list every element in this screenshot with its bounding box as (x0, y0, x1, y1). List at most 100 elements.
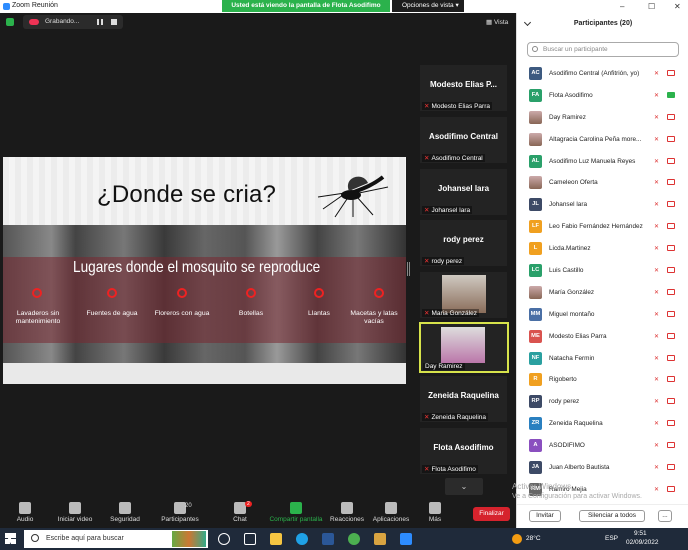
participant-row[interactable]: A ASODIFIMO ✕ (517, 435, 688, 457)
avatar: L (529, 242, 542, 256)
participant-row[interactable]: Cameleon Oferta ✕ (517, 172, 688, 194)
windows-start-icon[interactable] (5, 533, 16, 544)
target-icon (314, 288, 324, 298)
video-off-icon (667, 354, 675, 361)
muted-mic-icon: ✕ (654, 399, 660, 406)
tile-caption: ✕ Asodifimo Central (422, 154, 485, 162)
video-tile-active-speaker[interactable]: Day Ramirez (419, 322, 509, 373)
mute-all-button[interactable]: Silenciar a todos (579, 510, 645, 522)
security-shield-icon[interactable] (6, 18, 14, 26)
video-tile[interactable]: Flota Asodifimo ✕ Flota Asodifimo (420, 428, 507, 474)
pause-recording-icon[interactable] (97, 19, 103, 25)
participant-row[interactable]: L Licda.Martinez ✕ (517, 238, 688, 260)
task-view-icon[interactable] (244, 533, 256, 545)
apps-button[interactable]: Aplicaciones (366, 502, 416, 523)
temperature[interactable]: 28°C (526, 535, 541, 542)
participant-row[interactable]: Day Ramirez ✕ (517, 107, 688, 129)
video-tile[interactable]: rody perez ✕ rody perez (420, 220, 507, 266)
cortana-icon[interactable] (218, 533, 230, 545)
tile-caption-text: Maria González (431, 310, 477, 317)
language-indicator[interactable]: ESP (605, 535, 618, 542)
participant-row[interactable]: RP rody perez ✕ (517, 391, 688, 413)
participant-name: Zeneida Raquelina (549, 420, 603, 428)
video-tile[interactable]: ✕ Maria González (420, 272, 507, 318)
file-explorer-icon[interactable] (270, 533, 282, 545)
participant-name: Juan Alberto Bautista (549, 464, 610, 472)
participant-row[interactable]: FA Flota Asodifimo ✕ (517, 85, 688, 107)
tile-caption-text: Day Ramirez (425, 363, 463, 370)
watermark-line2: Ve a Configuración para activar Windows. (512, 493, 642, 500)
minimize-button[interactable]: – (620, 2, 624, 11)
more-button[interactable]: Más (410, 502, 460, 523)
stop-recording-icon[interactable] (111, 19, 117, 25)
avatar: LF (529, 220, 542, 234)
participants-button[interactable]: 20 Participantes (155, 502, 205, 523)
video-off-icon (667, 485, 675, 492)
avatar: NF (529, 351, 542, 365)
resize-handle[interactable] (407, 262, 410, 276)
chevron-down-icon: ▾ (455, 2, 459, 9)
share-screen-button[interactable]: Compartir pantalla (268, 502, 324, 523)
clock-time[interactable]: 9:51 (634, 530, 647, 537)
chrome-icon[interactable] (348, 533, 360, 545)
participant-row[interactable]: R Rigoberto ✕ (517, 369, 688, 391)
slide-item-label: Botellas (238, 310, 264, 317)
search-placeholder: Buscar un participante (543, 46, 608, 53)
participant-row[interactable]: JL Johansel lara ✕ (517, 194, 688, 216)
tile-caption-text: Johansel lara (431, 207, 471, 214)
weather-sun-icon[interactable] (512, 534, 522, 544)
folder-icon[interactable] (374, 533, 386, 545)
muted-mic-icon: ✕ (654, 333, 660, 340)
muted-mic-icon: ✕ (654, 180, 660, 187)
video-tile[interactable]: Zeneida Raquelina ✕ Zeneida Raquelina (420, 376, 507, 422)
tile-caption-text: rody perez (431, 258, 463, 265)
participant-row[interactable]: JA Juan Alberto Bautista ✕ (517, 457, 688, 479)
participant-row[interactable]: ME Modesto Elias Parra ✕ (517, 326, 688, 348)
search-highlight-image (172, 531, 206, 547)
clock-date[interactable]: 02/09/2022 (626, 539, 659, 546)
more-options-button[interactable]: ... (658, 510, 672, 522)
participant-search-input[interactable]: Buscar un participante (527, 42, 679, 57)
apps-label: Aplicaciones (372, 516, 410, 523)
tile-name: Flota Asodifimo (433, 443, 494, 452)
security-button[interactable]: Seguridad (100, 502, 150, 523)
invite-button[interactable]: Invitar (529, 510, 561, 522)
reactions-button[interactable]: Reacciones (322, 502, 372, 523)
view-button[interactable]: ▦ Vista (486, 18, 508, 26)
muted-mic-icon: ✕ (424, 155, 430, 162)
participant-row[interactable]: LF Leo Fabio Fernández Hernández ✕ (517, 216, 688, 238)
audio-button[interactable]: Audio (0, 502, 50, 523)
participant-row[interactable]: AL Asodifimo Luz Manuela Reyes ✕ (517, 151, 688, 173)
chat-label: Chat (233, 516, 247, 523)
avatar: ZR (529, 417, 542, 431)
close-button[interactable]: ✕ (674, 2, 681, 11)
zoom-taskbar-icon[interactable] (400, 533, 412, 545)
participant-row[interactable]: Altagracia Carolina Peña more... ✕ (517, 129, 688, 151)
view-options-button[interactable]: Opciones de vista ▾ (392, 0, 464, 12)
participant-row[interactable]: AC Asodifimo Central (Anfitrión, yo) ✕ (517, 63, 688, 85)
meeting-toolbar: Audio Iniciar video Seguridad 20 Particip… (0, 500, 516, 528)
taskbar-search-input[interactable]: Escribe aquí para buscar (24, 530, 208, 548)
word-icon[interactable] (322, 533, 334, 545)
avatar: RP (529, 395, 542, 409)
security-label: Seguridad (110, 516, 140, 523)
video-tile[interactable]: Johansel lara ✕ Johansel lara (420, 169, 507, 215)
slide-footer (3, 363, 406, 384)
participant-row[interactable]: MM Miguel montaño ✕ (517, 304, 688, 326)
participant-row[interactable]: NF Natacha Fermin ✕ (517, 348, 688, 370)
muted-mic-icon: ✕ (654, 421, 660, 428)
participant-row[interactable]: LC Luis Castillo ✕ (517, 260, 688, 282)
maximize-button[interactable]: ☐ (648, 2, 655, 11)
video-tile[interactable]: Asodifimo Central ✕ Asodifimo Central (420, 117, 507, 163)
edge-icon[interactable] (296, 533, 308, 545)
participant-name: Leo Fabio Fernández Hernández (549, 223, 643, 231)
scroll-down-button[interactable]: ⌄ (445, 478, 483, 495)
participant-row[interactable]: María González ✕ (517, 282, 688, 304)
panel-footer: Invitar Silenciar a todos ... (517, 504, 688, 528)
end-meeting-button[interactable]: Finalizar (473, 507, 510, 521)
start-video-button[interactable]: Iniciar video (50, 502, 100, 523)
video-tile[interactable]: Modesto Elias P... ✕ Modesto Elias Parra (420, 65, 507, 111)
tile-name: rody perez (443, 235, 484, 244)
participant-row[interactable]: ZR Zeneida Raquelina ✕ (517, 413, 688, 435)
chat-button[interactable]: 2 Chat (215, 501, 265, 523)
